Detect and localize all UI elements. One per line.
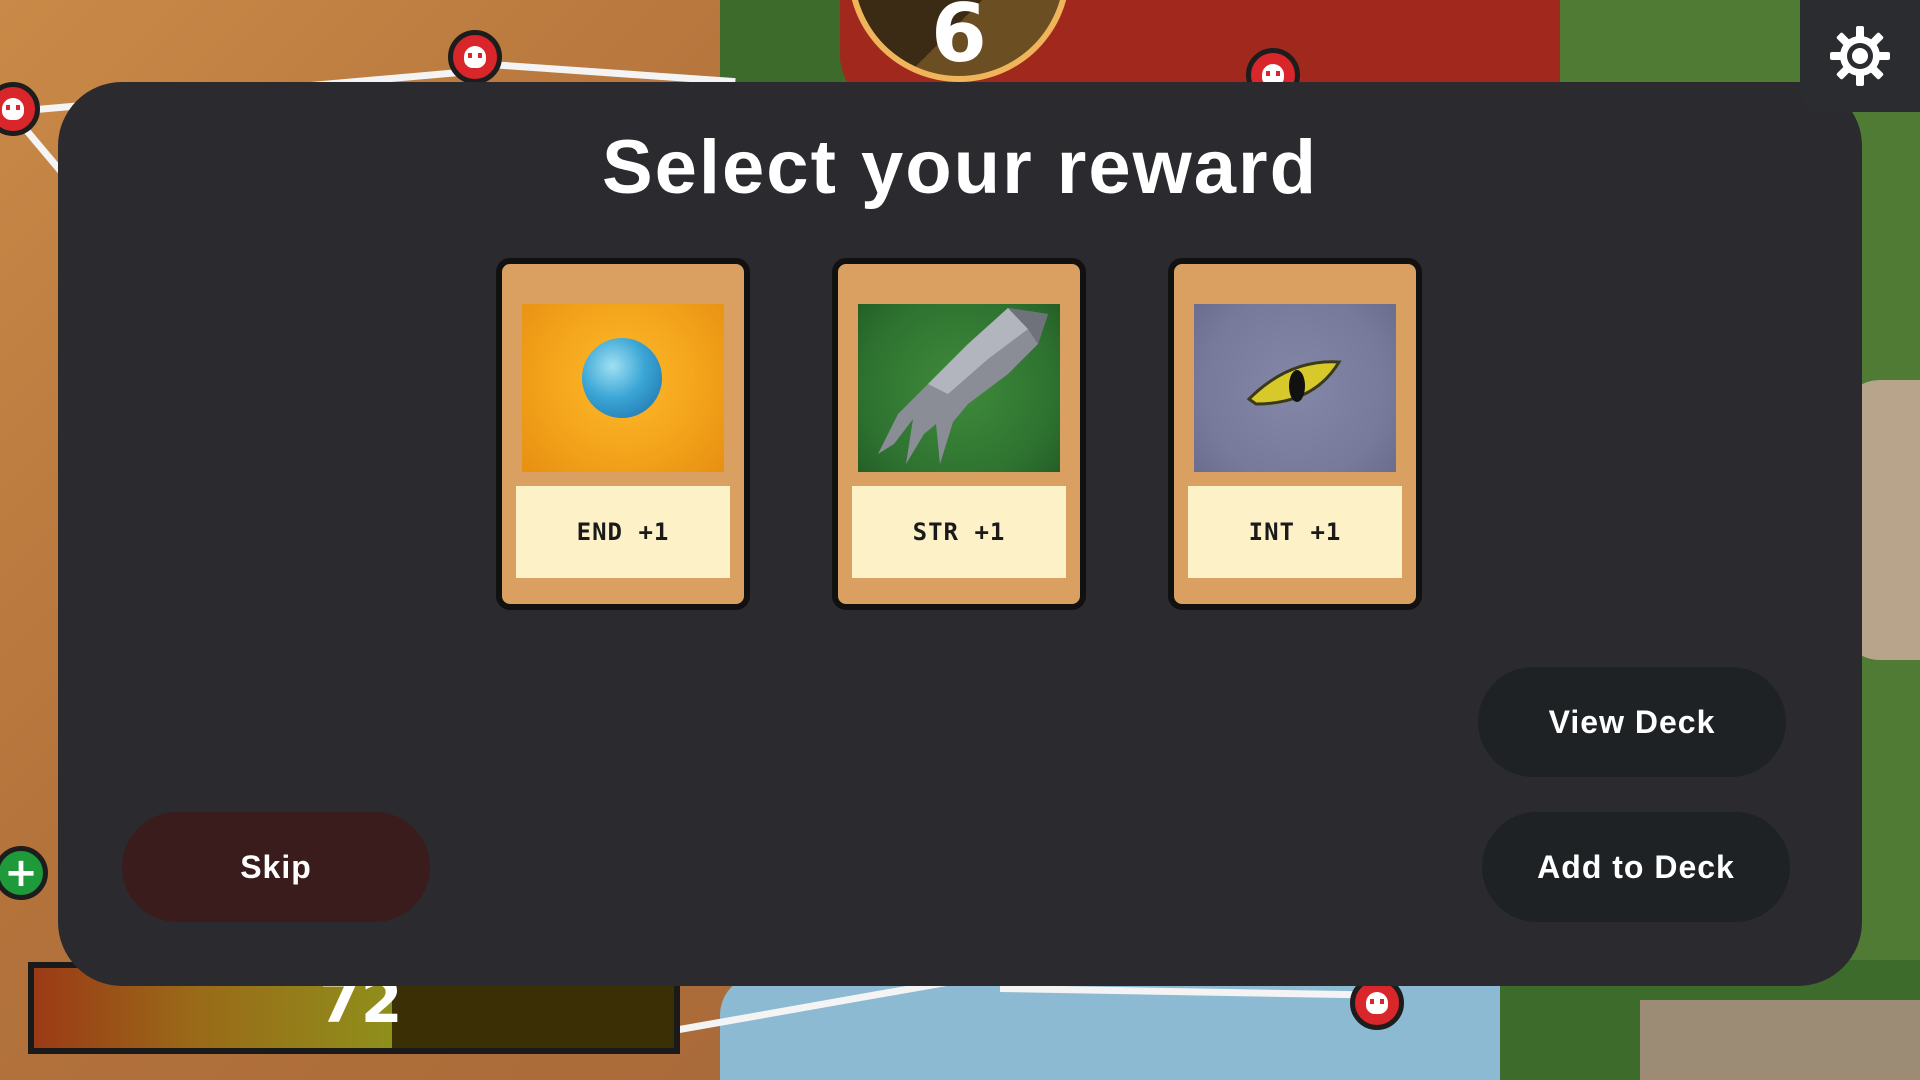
plus-icon: + bbox=[4, 850, 38, 896]
skull-icon bbox=[2, 98, 24, 120]
reward-dialog: Select your reward END +1 STR +1 INT +1 … bbox=[58, 82, 1862, 986]
card-label: INT +1 bbox=[1188, 486, 1402, 578]
card-label: STR +1 bbox=[852, 486, 1066, 578]
metal-claw-icon bbox=[878, 308, 1048, 464]
card-art bbox=[858, 304, 1060, 472]
card-art bbox=[1194, 304, 1396, 472]
settings-button[interactable] bbox=[1800, 0, 1920, 112]
reward-card-str[interactable]: STR +1 bbox=[832, 258, 1086, 610]
turn-counter-value: 6 bbox=[931, 0, 987, 80]
blue-orb-icon bbox=[582, 338, 662, 418]
skull-icon bbox=[1366, 992, 1388, 1014]
skull-icon bbox=[464, 46, 486, 68]
add-to-deck-button[interactable]: Add to Deck bbox=[1482, 812, 1790, 922]
gear-icon bbox=[1830, 26, 1890, 86]
reward-card-end[interactable]: END +1 bbox=[496, 258, 750, 610]
yellow-eye-icon bbox=[1246, 360, 1342, 406]
card-art bbox=[522, 304, 724, 472]
reward-card-list: END +1 STR +1 INT +1 bbox=[496, 258, 1422, 610]
enemy-node[interactable] bbox=[448, 30, 502, 84]
view-deck-button[interactable]: View Deck bbox=[1478, 667, 1786, 777]
map-region-rock-south bbox=[1640, 1000, 1920, 1080]
reward-card-int[interactable]: INT +1 bbox=[1168, 258, 1422, 610]
card-label: END +1 bbox=[516, 486, 730, 578]
dialog-title: Select your reward bbox=[601, 125, 1319, 210]
skip-button[interactable]: Skip bbox=[122, 812, 430, 922]
